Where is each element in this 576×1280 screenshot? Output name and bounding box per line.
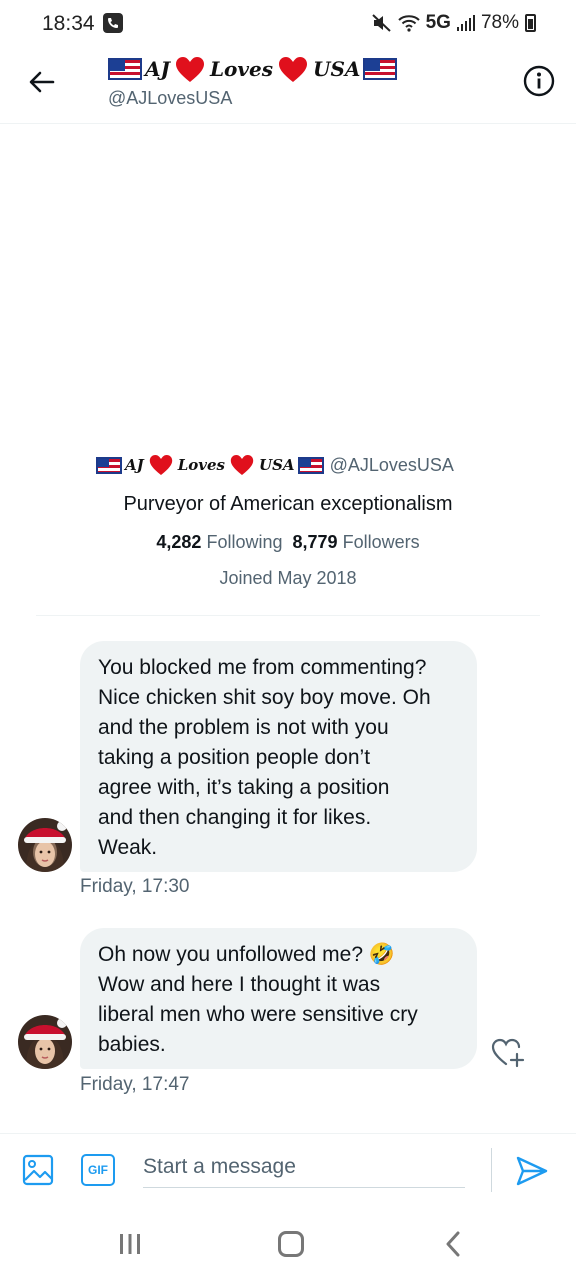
message-line: liberal men who were sensitive cry (98, 1003, 418, 1026)
signal-icon (456, 15, 475, 31)
message-timestamp: Friday, 17:30 (80, 876, 190, 897)
name-part: AJ (125, 456, 144, 474)
nav-home-icon[interactable] (278, 1231, 304, 1257)
message-line: agree with, it’s taking a position (98, 776, 390, 799)
following-label[interactable]: Following (206, 532, 282, 552)
message-bubble[interactable]: You blocked me from commenting? Nice chi… (80, 641, 477, 872)
system-nav-bar (0, 1205, 576, 1280)
call-notification-icon (103, 13, 123, 33)
divider (36, 615, 540, 616)
info-icon[interactable] (523, 65, 555, 97)
profile-joined-date: Joined May 2018 (219, 568, 357, 588)
us-flag-icon (363, 58, 398, 80)
profile-handle: @AJLovesUSA (329, 454, 454, 475)
heart-icon (175, 56, 204, 82)
us-flag-icon (297, 456, 324, 474)
message-bubble[interactable]: Oh now you unfollowed me? 🤣 Wow and here… (80, 928, 477, 1069)
message-input[interactable] (143, 1146, 465, 1188)
profile-stats: 4,282 Following 8,779 Followers (0, 532, 576, 553)
network-label: 5G (425, 12, 451, 33)
gif-icon[interactable]: GIF (81, 1154, 115, 1186)
battery-percent: 78% (480, 12, 519, 33)
followers-count[interactable]: 8,779 (293, 532, 338, 552)
message-line: Wow and here I thought it was (98, 973, 381, 996)
message-line: Weak. (98, 836, 158, 859)
message-composer: GIF (0, 1133, 576, 1205)
name-part: USA (313, 57, 361, 81)
send-icon[interactable] (515, 1154, 549, 1188)
message-timestamp: Friday, 17:47 (80, 1074, 190, 1095)
name-part: USA (259, 456, 295, 474)
followers-label[interactable]: Followers (343, 532, 420, 552)
message-line: taking a position people don’t (98, 746, 371, 769)
heart-icon (149, 455, 172, 475)
header-handle: @AJLovesUSA (108, 88, 233, 108)
nav-recent-icon[interactable] (118, 1233, 142, 1255)
name-part: AJ (145, 57, 170, 81)
mute-icon (371, 14, 391, 32)
status-time: 18:34 (42, 12, 95, 35)
wifi-icon (397, 15, 420, 32)
message-line: and then changing it for likes. (98, 806, 372, 829)
header-display-name[interactable]: AJ Loves USA (108, 54, 398, 84)
profile-bio: Purveyor of American exceptionalism (123, 493, 453, 515)
avatar[interactable] (18, 1015, 72, 1069)
message-line: Oh now you unfollowed me? 🤣 (98, 943, 395, 966)
message-line: babies. (98, 1033, 166, 1056)
image-icon[interactable] (22, 1154, 54, 1186)
composer-separator (491, 1148, 492, 1192)
conversation-header: AJ Loves USA @AJLovesUSA (0, 48, 576, 124)
profile-name-row[interactable]: AJ Loves USA @AJLovesUSA (96, 452, 454, 478)
status-indicators: 5G 78% (371, 12, 536, 34)
heart-icon (230, 455, 254, 475)
add-reaction-icon[interactable] (491, 1036, 525, 1068)
following-count[interactable]: 4,282 (156, 532, 201, 552)
us-flag-icon (108, 58, 142, 80)
name-part: Loves (209, 57, 273, 81)
avatar[interactable] (18, 818, 72, 872)
status-bar: 18:34 5G 78% (0, 0, 576, 48)
name-part: Loves (177, 456, 226, 474)
message-line: and the problem is not with you (98, 716, 389, 739)
heart-icon (279, 56, 307, 82)
message-line: Nice chicken shit soy boy move. Oh (98, 686, 431, 709)
us-flag-icon (96, 456, 122, 474)
back-arrow-icon[interactable] (26, 66, 58, 98)
nav-back-icon[interactable] (443, 1231, 463, 1257)
message-line: You blocked me from commenting? (98, 656, 427, 679)
battery-icon (525, 14, 536, 32)
